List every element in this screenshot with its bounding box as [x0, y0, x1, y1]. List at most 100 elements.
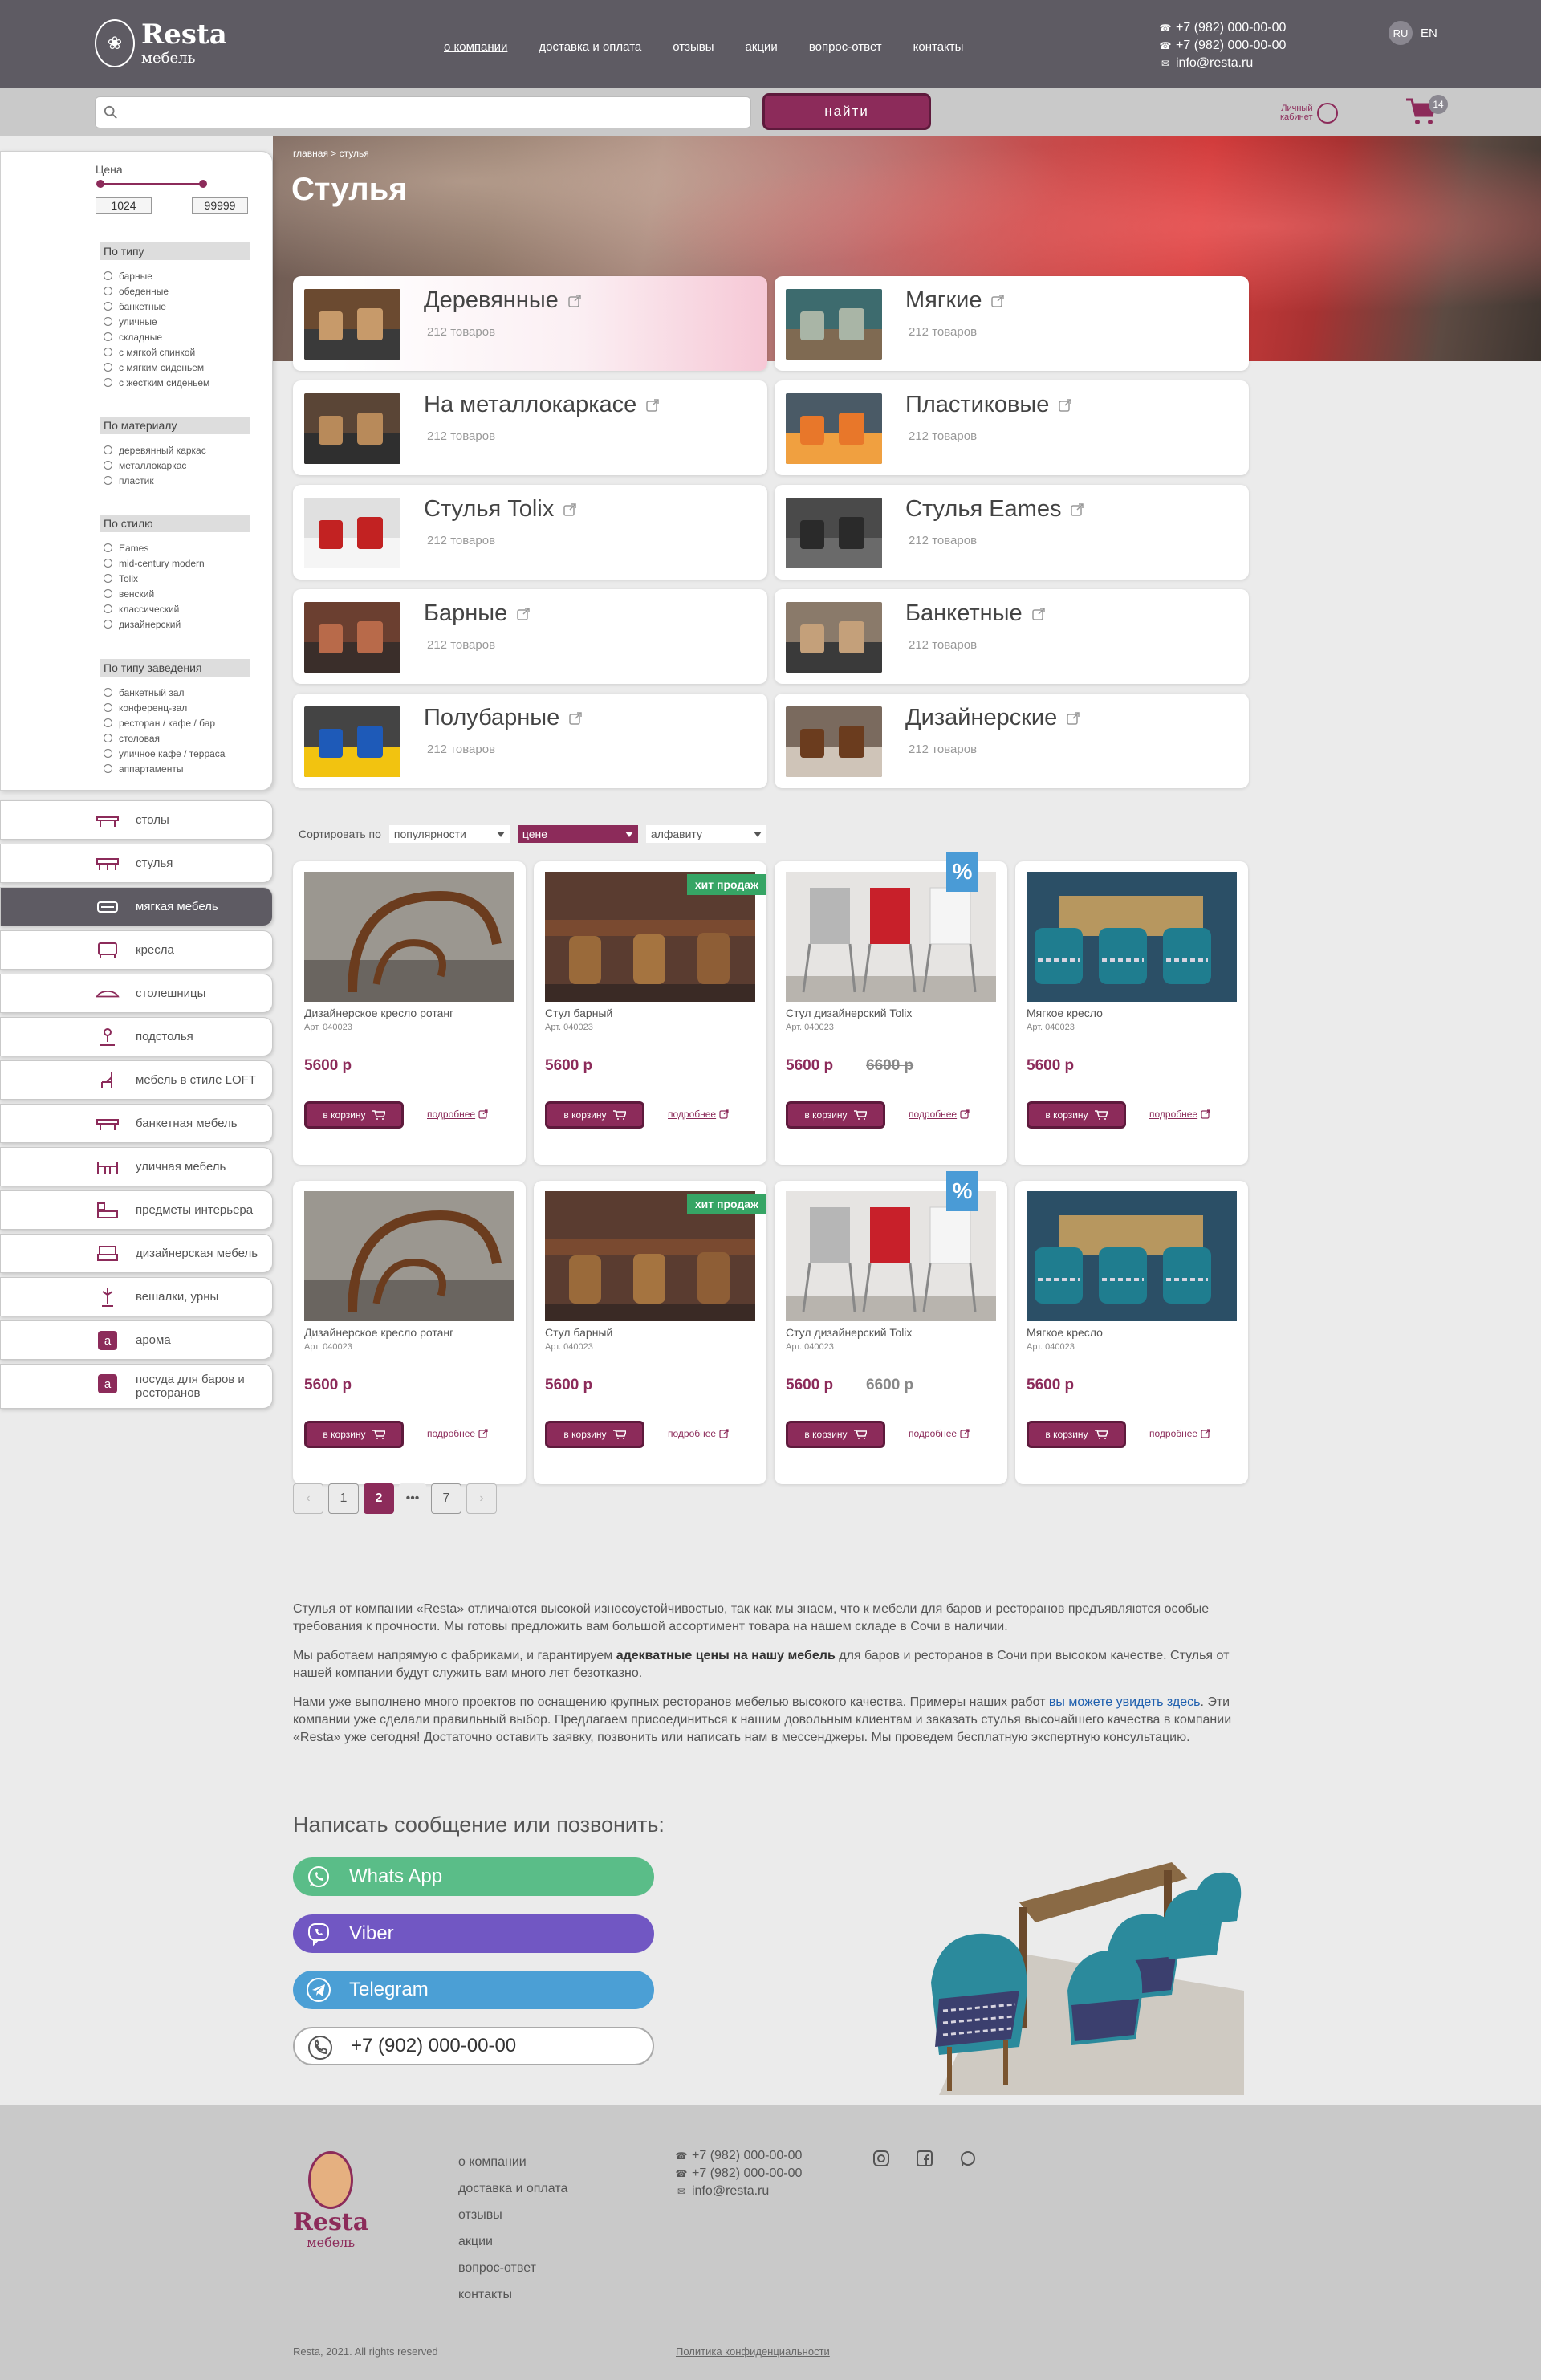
filter-option[interactable]: с мягкой спинкой	[100, 344, 250, 360]
price-slider[interactable]	[96, 180, 207, 188]
product-name[interactable]: Стул барный	[545, 1326, 612, 1339]
more-details-link[interactable]: подробнее	[668, 1109, 729, 1120]
cart-button[interactable]: 14	[1405, 95, 1448, 128]
category-item[interactable]: мебель в стиле LOFT	[0, 1060, 273, 1100]
footer-nav-about[interactable]: о компании	[458, 2149, 567, 2175]
facebook-icon[interactable]	[916, 2150, 933, 2167]
whatsapp-button[interactable]: Whats App	[293, 1857, 654, 1896]
search-button[interactable]: найти	[762, 93, 931, 130]
header-email[interactable]: info@resta.ru	[1176, 55, 1253, 72]
logo[interactable]: ❀ Resta мебель	[95, 19, 227, 67]
filter-group-title[interactable]: По материалу	[100, 417, 250, 434]
nav-faq[interactable]: вопрос-ответ	[809, 40, 882, 54]
add-to-cart-button[interactable]: в корзину	[545, 1101, 644, 1129]
more-details-link[interactable]: подробнее	[1149, 1109, 1210, 1120]
more-details-link[interactable]: подробнее	[668, 1428, 729, 1439]
product-name[interactable]: Стул дизайнерский Tolix	[786, 1326, 912, 1339]
category-item[interactable]: a арома	[0, 1320, 273, 1360]
footer-phone-1[interactable]: +7 (982) 000-00-00	[692, 2147, 802, 2165]
product-name[interactable]: Стул дизайнерский Tolix	[786, 1007, 912, 1019]
filter-option[interactable]: деревянный каркас	[100, 442, 250, 458]
product-card[interactable]: % Стул дизайнерский Tolix Арт. 040023 5600 …	[775, 852, 1007, 1165]
account-link[interactable]: Личный кабинет	[1280, 103, 1339, 124]
category-item[interactable]: мягкая мебель	[0, 887, 273, 926]
category-item[interactable]: банкетная мебель	[0, 1104, 273, 1143]
add-to-cart-button[interactable]: в корзину	[304, 1421, 404, 1448]
sort-alphabet[interactable]: алфавиту	[645, 825, 766, 843]
filter-option[interactable]: аппартаменты	[100, 761, 250, 776]
subcategory-card[interactable]: Пластиковые 212 товаров	[775, 380, 1249, 475]
category-item[interactable]: кресла	[0, 930, 273, 970]
price-max-input[interactable]: 99999	[192, 197, 248, 214]
filter-option[interactable]: столовая	[100, 730, 250, 746]
filter-option[interactable]: уличное кафе / терраса	[100, 746, 250, 761]
footer-nav-promotions[interactable]: акции	[458, 2228, 567, 2255]
footer-nav-faq[interactable]: вопрос-ответ	[458, 2255, 567, 2281]
filter-option[interactable]: Tolix	[100, 571, 250, 586]
product-name[interactable]: Мягкое кресло	[1027, 1326, 1103, 1339]
category-item[interactable]: a посуда для баров и ресторанов	[0, 1364, 273, 1409]
privacy-policy-link[interactable]: Политика конфиденциальности	[676, 2345, 830, 2358]
more-details-link[interactable]: подробнее	[427, 1428, 488, 1439]
filter-option[interactable]: банкетные	[100, 299, 250, 314]
prev-page-button[interactable]: ‹	[293, 1483, 323, 1514]
filter-option[interactable]: конференц-зал	[100, 700, 250, 715]
next-page-button[interactable]: ›	[466, 1483, 497, 1514]
category-item[interactable]: стулья	[0, 844, 273, 883]
page-2[interactable]: 2	[364, 1483, 394, 1514]
footer-nav-reviews[interactable]: отзывы	[458, 2202, 567, 2228]
sort-price[interactable]: цене	[517, 825, 638, 843]
more-details-link[interactable]: подробнее	[1149, 1428, 1210, 1439]
nav-promotions[interactable]: акции	[746, 40, 778, 54]
filter-option[interactable]: пластик	[100, 473, 250, 488]
search-input[interactable]	[95, 96, 751, 128]
add-to-cart-button[interactable]: в корзину	[786, 1101, 885, 1129]
product-card[interactable]: Дизайнерское кресло ротанг Арт. 040023 560…	[293, 861, 526, 1165]
footer-nav-contacts[interactable]: контакты	[458, 2281, 567, 2308]
filter-option[interactable]: дизайнерский	[100, 616, 250, 632]
subcategory-card[interactable]: Барные 212 товаров	[293, 589, 767, 684]
subcategory-card[interactable]: Дизайнерские 212 товаров	[775, 694, 1249, 788]
category-item[interactable]: уличная мебель	[0, 1147, 273, 1186]
whatsapp-icon[interactable]	[959, 2150, 977, 2167]
filter-option[interactable]: складные	[100, 329, 250, 344]
footer-logo[interactable]: Resta мебель	[293, 2151, 368, 2250]
filter-option[interactable]: обеденные	[100, 283, 250, 299]
nav-about[interactable]: о компании	[444, 40, 507, 54]
category-item[interactable]: подстолья	[0, 1017, 273, 1056]
category-item[interactable]: столы	[0, 800, 273, 840]
header-phone-1[interactable]: +7 (982) 000-00-00	[1176, 19, 1286, 37]
filter-option[interactable]: mid-century modern	[100, 555, 250, 571]
footer-nav-delivery[interactable]: доставка и оплата	[458, 2175, 567, 2202]
add-to-cart-button[interactable]: в корзину	[545, 1421, 644, 1448]
subcategory-card[interactable]: Стулья Eames 212 товаров	[775, 485, 1249, 580]
filter-option[interactable]: банкетный зал	[100, 685, 250, 700]
add-to-cart-button[interactable]: в корзину	[1027, 1421, 1126, 1448]
more-details-link[interactable]: подробнее	[427, 1109, 488, 1120]
lang-ru[interactable]: RU	[1389, 21, 1413, 45]
footer-email[interactable]: info@resta.ru	[692, 2183, 769, 2200]
subcategory-card[interactable]: Банкетные 212 товаров	[775, 589, 1249, 684]
filter-option[interactable]: с жестким сиденьем	[100, 375, 250, 390]
filter-option[interactable]: с мягким сиденьем	[100, 360, 250, 375]
filter-group-title[interactable]: По стилю	[100, 515, 250, 532]
phone-call-button[interactable]: +7 (902) 000-00-00	[293, 2027, 654, 2065]
product-name[interactable]: Стул барный	[545, 1007, 612, 1019]
filter-option[interactable]: классический	[100, 601, 250, 616]
filter-group-title[interactable]: По типу	[100, 242, 250, 260]
more-details-link[interactable]: подробнее	[909, 1428, 970, 1439]
sort-popularity[interactable]: популярности	[388, 825, 510, 843]
telegram-button[interactable]: Telegram	[293, 1971, 654, 2009]
price-min-input[interactable]: 1024	[96, 197, 152, 214]
lang-en[interactable]: EN	[1421, 26, 1437, 40]
page-1[interactable]: 1	[328, 1483, 359, 1514]
category-item[interactable]: предметы интерьера	[0, 1190, 273, 1230]
filter-option[interactable]: Eames	[100, 540, 250, 555]
product-card[interactable]: Мягкое кресло Арт. 040023 5600 р в корзину п…	[1015, 861, 1248, 1165]
nav-contacts[interactable]: контакты	[913, 40, 964, 54]
subcategory-card[interactable]: Стулья Tolix 212 товаров	[293, 485, 767, 580]
more-details-link[interactable]: подробнее	[909, 1109, 970, 1120]
add-to-cart-button[interactable]: в корзину	[786, 1421, 885, 1448]
product-card[interactable]: Мягкое кресло Арт. 040023 5600 р в корзину п…	[1015, 1181, 1248, 1484]
filter-option[interactable]: венский	[100, 586, 250, 601]
